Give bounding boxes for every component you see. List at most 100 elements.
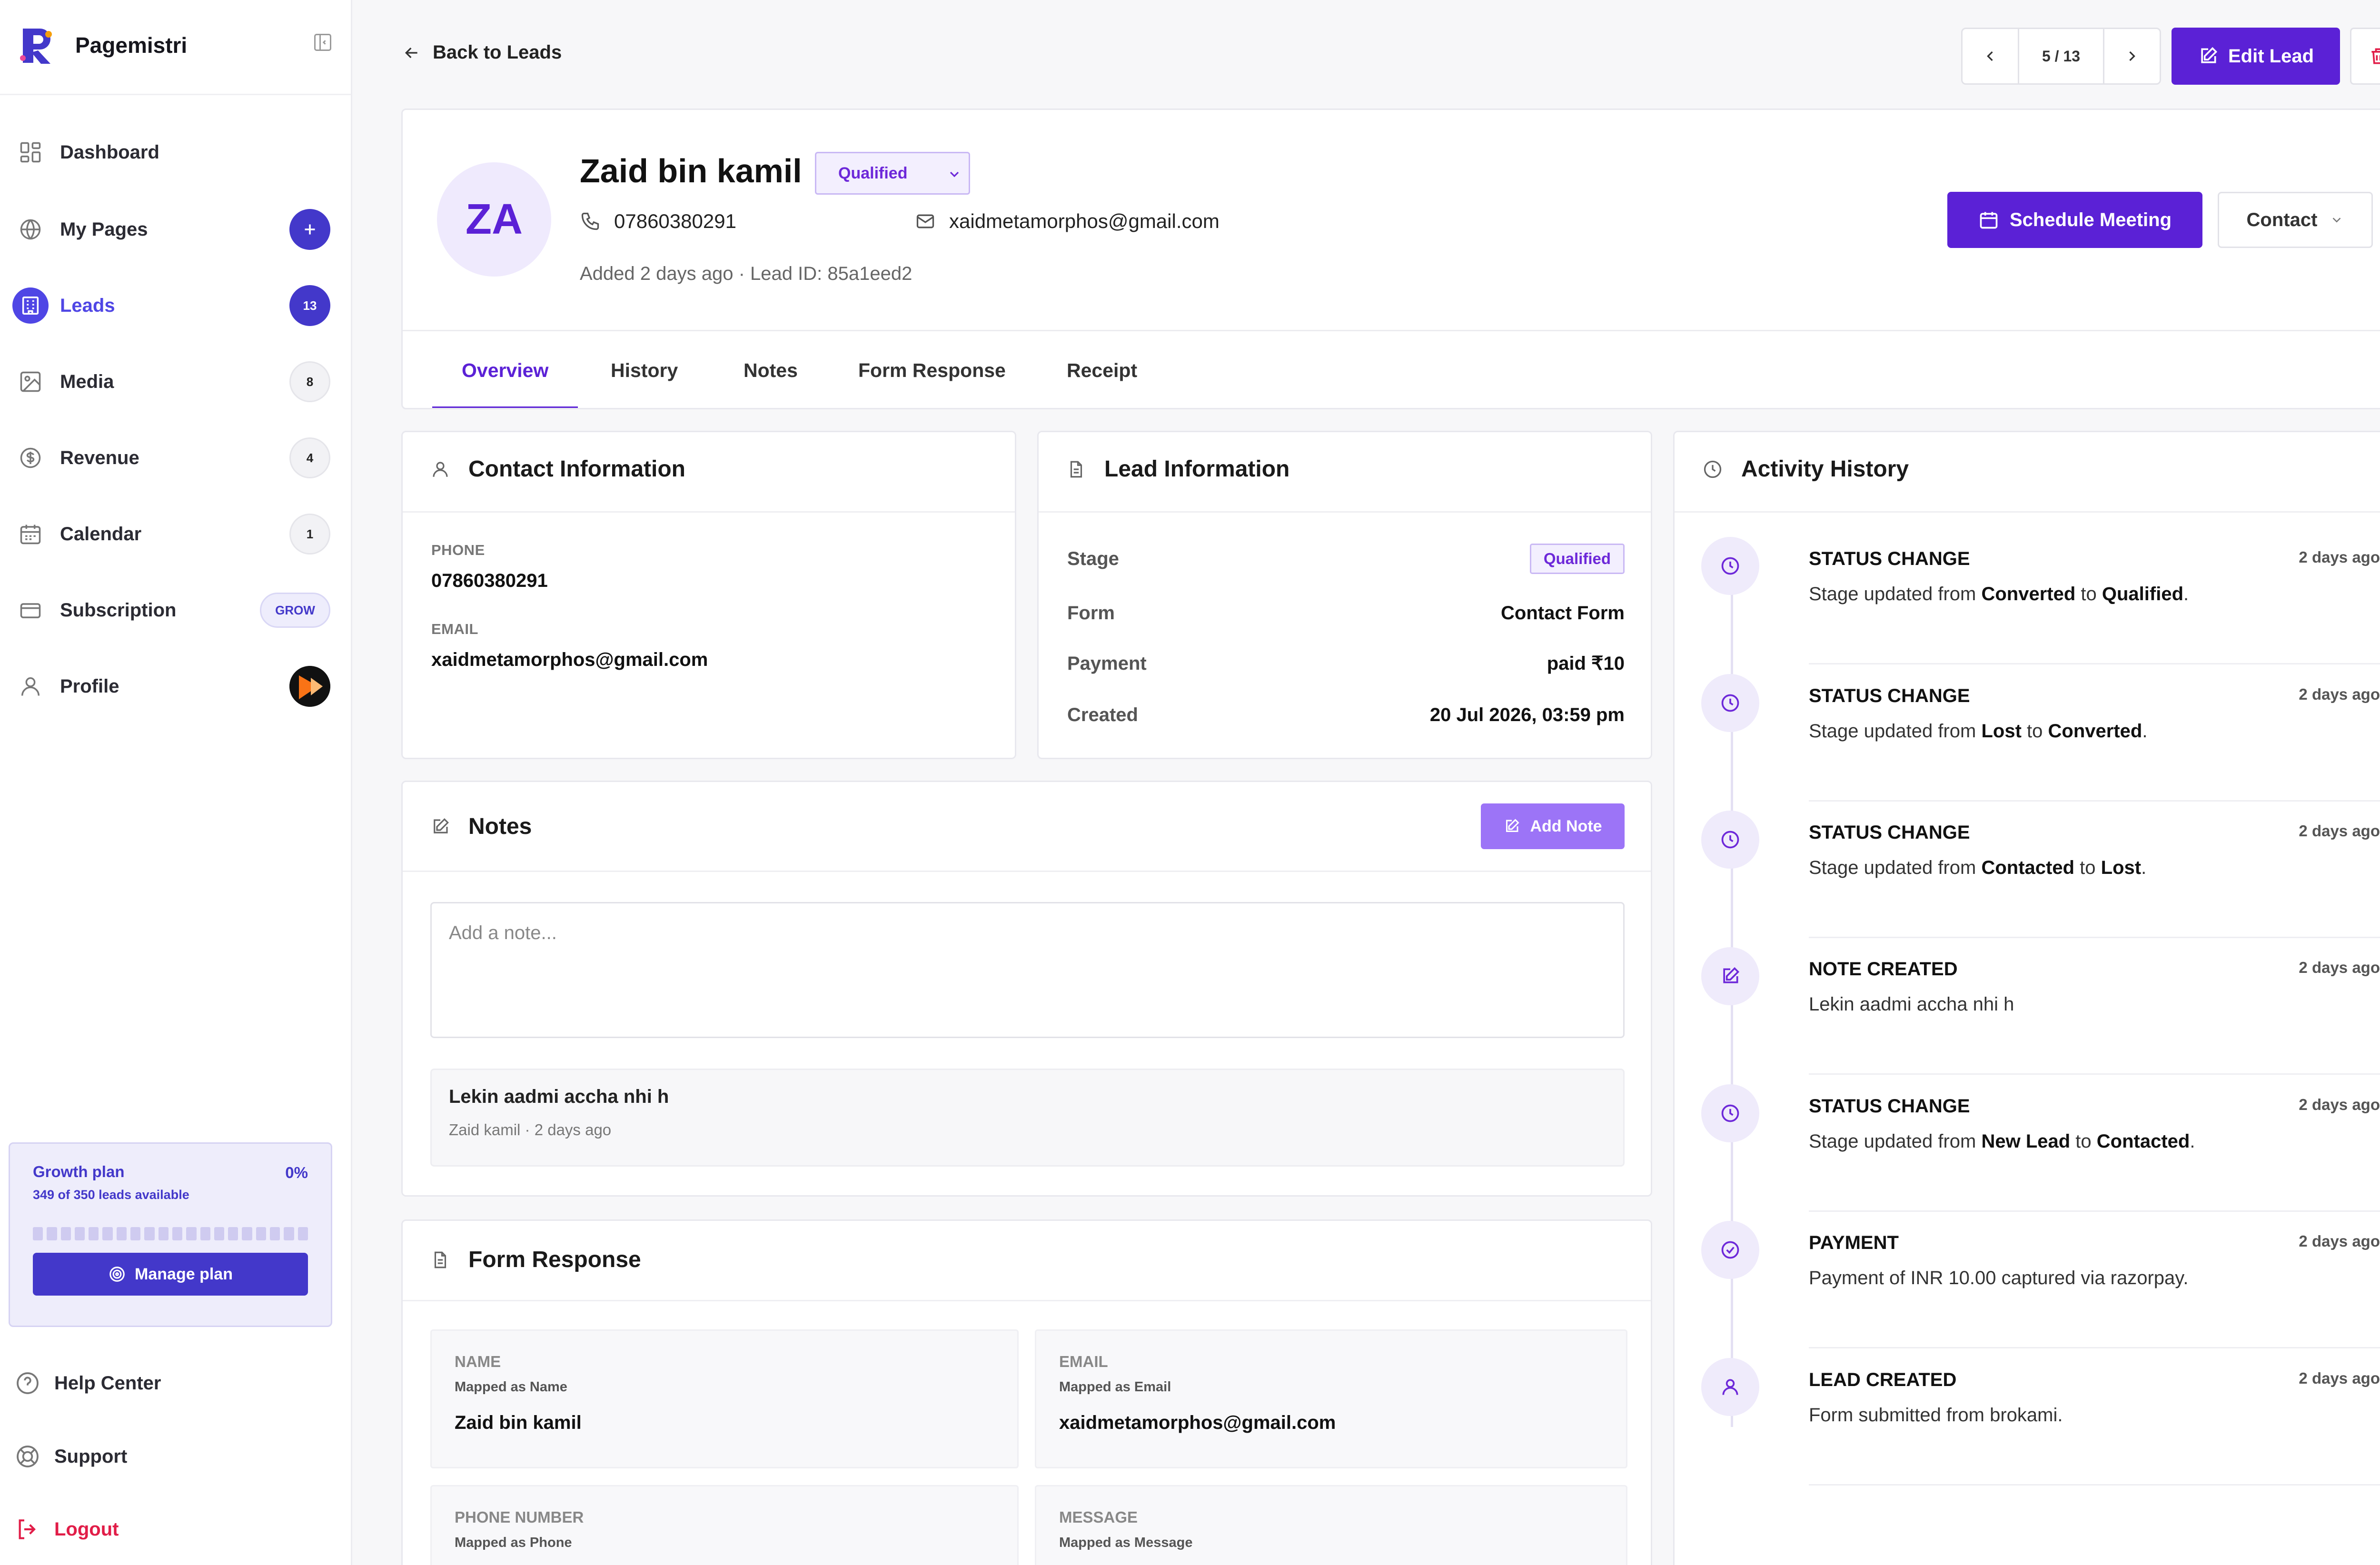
card-title-label: Lead Information [1104,456,1290,482]
contact-dropdown-button[interactable]: Contact [2218,192,2373,248]
avatar[interactable] [289,666,330,707]
field-label: NAME [455,1353,501,1370]
sidebar-item-my-pages[interactable]: My Pages [16,203,330,256]
previous-lead-button[interactable] [1963,29,2018,83]
edit-lead-label: Edit Lead [2228,45,2314,67]
row-value: paid ₹10 [1547,653,1625,674]
add-page-button[interactable] [289,209,330,250]
row-key: Created [1067,704,1138,725]
activity-item: LEAD CREATED 2 days ago Form submitted f… [1701,1348,2380,1486]
sidebar-item-leads[interactable]: Leads 13 [12,279,330,332]
sidebar-collapse-icon[interactable] [312,32,333,53]
tab-history[interactable]: History [611,331,678,408]
plan-subtitle: 349 of 350 leads available [33,1188,189,1202]
card-title-label: Notes [468,814,532,839]
activity-item: NOTE CREATED 2 days ago Lekin aadmi acch… [1701,938,2380,1075]
tab-receipt[interactable]: Receipt [1067,331,1137,408]
plan-badge: GROW [260,593,330,628]
edit-icon [2198,46,2219,67]
back-to-leads-link[interactable]: Back to Leads [402,42,562,63]
activity-item: STATUS CHANGE 2 days ago Stage updated f… [1701,1075,2380,1212]
activity-description: Form submitted from brokami. [1809,1405,2063,1426]
edit-lead-button[interactable]: Edit Lead [2172,28,2340,85]
row-key: Stage [1067,548,1119,569]
note-input[interactable]: Add a note... [430,902,1625,1038]
activity-time: 2 days ago [2299,1232,2380,1250]
lead-email-value: xaidmetamorphos@gmail.com [949,210,1220,232]
contact-label: Contact [2246,209,2318,230]
check-circle-icon [1701,1221,1759,1279]
help-center-link[interactable]: Help Center [14,1364,161,1402]
lead-meta: Added 2 days ago · Lead ID: 85a1eed2 [580,263,912,284]
arrow-left-icon [402,43,421,62]
note-icon [1701,947,1759,1005]
chevron-right-icon [2123,48,2141,65]
field-mapping: Mapped as Name [455,1379,567,1395]
calendar-icon [1978,209,1999,230]
card-title-label: Activity History [1741,456,1909,482]
row-key: Form [1067,602,1115,624]
contact-phone: 07860380291 [431,570,548,591]
manage-plan-button[interactable]: Manage plan [33,1253,308,1296]
status-select[interactable]: Qualified [815,152,970,195]
sidebar-item-label: Profile [60,675,119,697]
sidebar: Pagemistri Dashboard My Pages Leads 13 M… [0,0,352,1565]
activity-title: STATUS CHANGE [1809,822,1970,843]
form-response-title: Form Response [430,1247,641,1273]
sidebar-item-subscription[interactable]: Subscription GROW [16,584,330,636]
sidebar-item-profile[interactable]: Profile [16,660,330,713]
logout-label: Logout [54,1518,119,1540]
status-select-value: Qualified [838,164,908,182]
lead-phone-value: 07860380291 [614,210,736,232]
phone-icon [580,211,601,232]
logout-link[interactable]: Logout [14,1510,119,1548]
activity-time: 2 days ago [2299,959,2380,976]
document-icon [430,1250,450,1270]
globe-icon [12,211,49,248]
stage-badge: Qualified [1529,544,1625,574]
lifebuoy-icon [14,1443,41,1470]
tab-overview[interactable]: Overview [432,331,578,408]
lead-email: xaidmetamorphos@gmail.com [915,210,1220,233]
support-label: Support [54,1446,128,1467]
notes-title: Notes [430,813,532,840]
form-field-phone: PHONE NUMBER Mapped as Phone [430,1485,1019,1565]
activity-title: STATUS CHANGE [1809,1096,1970,1117]
activity-history-card: Activity History STATUS CHANGE 2 days ag… [1673,431,2380,1565]
sidebar-item-calendar[interactable]: Calendar 1 [16,508,330,560]
card-divider [403,511,1015,513]
revenue-count-badge: 4 [289,437,330,478]
card-divider [1675,511,2380,513]
activity-title: NOTE CREATED [1809,959,1958,980]
email-label: EMAIL [431,621,478,637]
schedule-meeting-label: Schedule Meeting [2009,209,2172,230]
contact-information-title: Contact Information [430,456,685,482]
chevron-down-icon [2330,213,2344,227]
field-mapping: Mapped as Message [1059,1535,1193,1550]
tab-form-response[interactable]: Form Response [858,331,1006,408]
activity-description: Payment of INR 10.00 captured via razorp… [1809,1268,2189,1288]
activity-item: STATUS CHANGE 2 days ago Stage updated f… [1701,664,2380,802]
clock-icon [1701,1084,1759,1142]
plan-title: Growth plan [33,1163,125,1180]
clock-icon [1701,811,1759,869]
plan-percent: 0% [285,1164,308,1181]
activity-description: Stage updated from Contacted to Lost. [1809,857,2147,878]
delete-lead-button[interactable] [2350,28,2380,85]
support-link[interactable]: Support [14,1437,127,1476]
sidebar-item-dashboard[interactable]: Dashboard [16,126,330,178]
form-field-name: NAME Mapped as Name Zaid bin kamil [430,1329,1019,1468]
card-divider [403,1300,1651,1301]
lead-header-card: ZA Zaid bin kamil Qualified 07860380291 … [401,109,2380,409]
schedule-meeting-button[interactable]: Schedule Meeting [1947,192,2202,248]
user-icon [1701,1358,1759,1416]
sidebar-item-revenue[interactable]: Revenue 4 [16,432,330,484]
brand[interactable]: Pagemistri [19,21,333,69]
next-lead-button[interactable] [2104,29,2160,83]
activity-description: Stage updated from New Lead to Contacted… [1809,1131,2195,1152]
add-note-button[interactable]: Add Note [1481,803,1625,849]
lead-info-row-payment: Payment paid ₹10 [1067,644,1625,683]
lead-avatar: ZA [437,162,551,277]
tab-notes[interactable]: Notes [744,331,798,408]
sidebar-item-media[interactable]: Media 8 [16,356,330,408]
